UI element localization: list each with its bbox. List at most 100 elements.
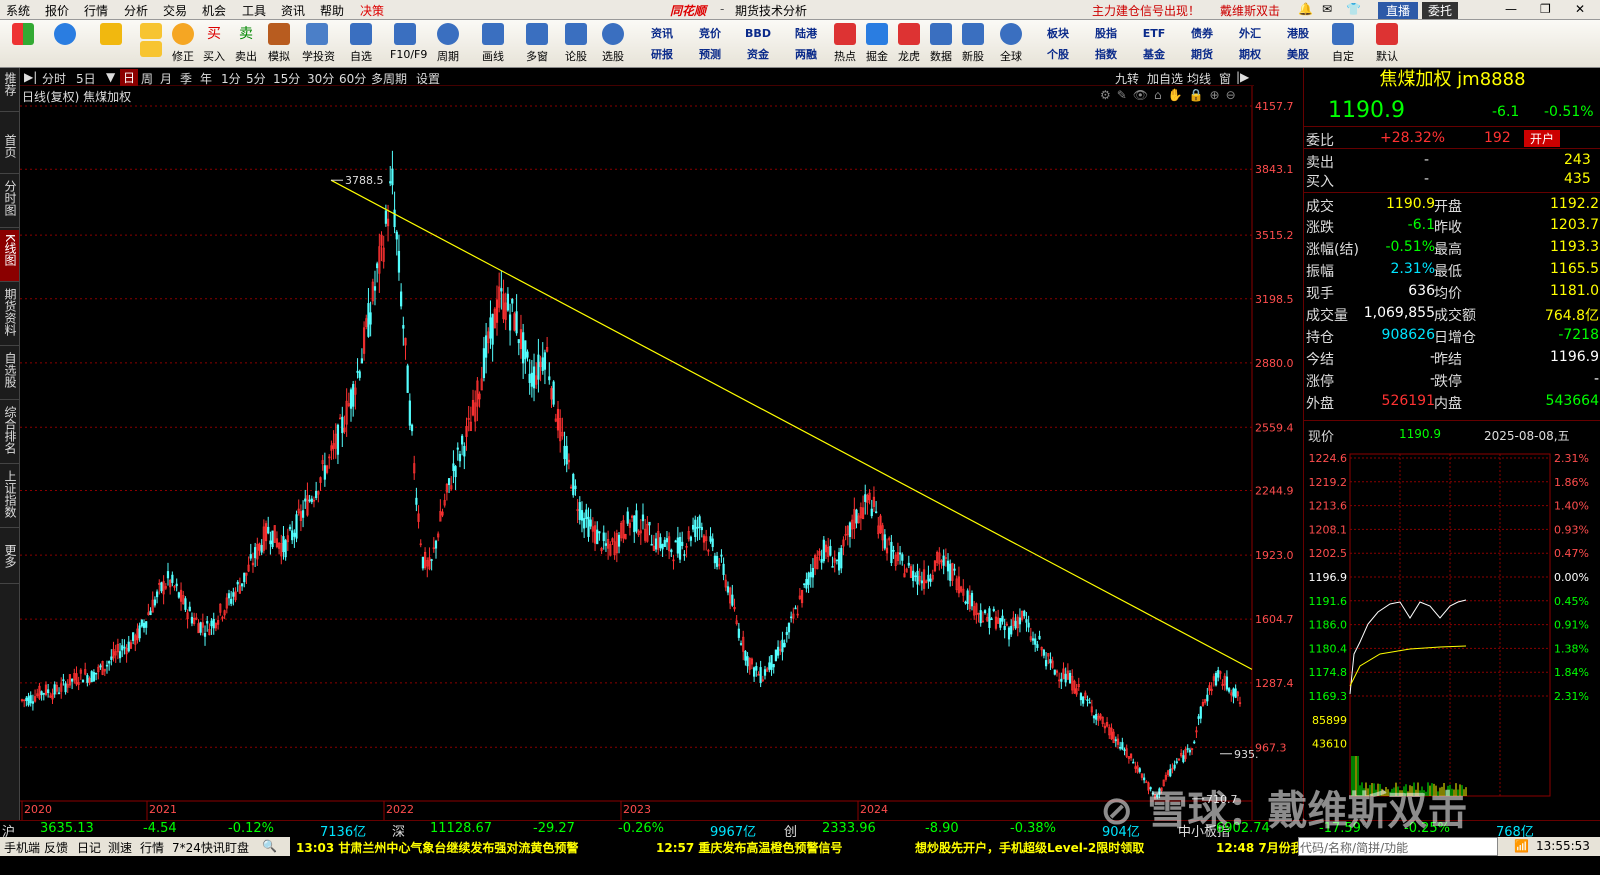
period-year[interactable]: 年 [200, 70, 212, 87]
sidenav-kline[interactable]: K线图 [0, 230, 19, 282]
fund2-button[interactable]: 基金 [1132, 45, 1176, 64]
ipo-button[interactable]: 新股 [958, 23, 988, 64]
sidenav-timeshare[interactable]: 分时图 [0, 176, 19, 228]
promo-link[interactable]: 主力建仓信号出现！ [1092, 2, 1200, 19]
news-ticker-3[interactable]: 想炒股先开户，手机超级Level-2限时领取 [915, 839, 1144, 856]
custom-button[interactable]: 自定 [1328, 23, 1358, 64]
period-button[interactable]: 周期 [433, 23, 463, 64]
dig-button[interactable]: 掘金 [862, 23, 892, 64]
message-icon[interactable]: ✉ [1322, 2, 1332, 16]
status-mobile[interactable]: 手机端 [4, 839, 40, 856]
sell-button[interactable]: 卖卖出 [231, 23, 261, 64]
windows-button[interactable] [8, 23, 38, 45]
status-diary[interactable]: 日记 [77, 839, 101, 856]
news-ticker-1[interactable]: 13:03 甘肃兰州中心气象台继续发布强对流黄色预警 [296, 839, 578, 856]
bbd-button[interactable]: BBD [736, 24, 780, 43]
drawline-button[interactable]: 画线 [478, 23, 508, 64]
fund-button[interactable]: 资金 [736, 45, 780, 64]
multiwindow-button[interactable]: 多窗 [522, 23, 552, 64]
period-settings[interactable]: 设置 [416, 70, 440, 87]
sidenav-futures-info[interactable]: 期货资料 [0, 284, 19, 346]
sidenav-ranking[interactable]: 综合排名 [0, 402, 19, 464]
us-stock-button[interactable]: 美股 [1276, 45, 1320, 64]
sidenav-more[interactable]: 更多 [0, 540, 19, 584]
restore-icon[interactable]: ❐ [1540, 2, 1551, 16]
period-15min[interactable]: 15分 [273, 70, 300, 87]
menu-trade[interactable]: 交易 [163, 2, 187, 19]
add-watch-button[interactable]: 加自选 [1147, 70, 1183, 87]
play-icon[interactable]: ▶| [24, 70, 37, 84]
news-button[interactable]: 资讯 [640, 24, 684, 43]
research-button[interactable]: 研报 [640, 45, 684, 64]
news-ticker-4[interactable]: 12:48 7月份我 [1216, 839, 1303, 856]
period-timeshare[interactable]: 分时 [42, 70, 66, 87]
skin-icon[interactable]: 👕 [1346, 2, 1361, 16]
kline-chart[interactable]: 4157.7 3843.1 3515.2 3198.5 2880.0 2559.4 2244… [20, 86, 1302, 820]
simulate-button[interactable]: 模拟 [264, 23, 294, 64]
period-60min[interactable]: 60分 [339, 70, 366, 87]
jiuzhuan-button[interactable]: 九转 [1115, 70, 1139, 87]
forward-icon[interactable]: |▶ [1236, 70, 1249, 84]
futures-button[interactable]: 期货 [1180, 45, 1224, 64]
status-speedtest[interactable]: 测速 [108, 839, 132, 856]
sidenav-recommend[interactable]: 推荐 [0, 68, 19, 112]
discuss-button[interactable]: 论股 [561, 23, 591, 64]
period-30min[interactable]: 30分 [307, 70, 334, 87]
forecast-button[interactable]: 预测 [688, 45, 732, 64]
default-button[interactable]: 默认 [1372, 23, 1402, 64]
data-button[interactable]: 数据 [926, 23, 956, 64]
watchlist-button[interactable]: 自选 [346, 23, 376, 64]
live-button[interactable]: 直播 [1378, 2, 1419, 19]
period-month[interactable]: 月 [160, 70, 172, 87]
stockpick-button[interactable]: 选股 [598, 23, 628, 64]
period-5min[interactable]: 5分 [246, 70, 266, 87]
f10-button[interactable]: F10/F9 [390, 23, 427, 61]
menu-quote[interactable]: 报价 [45, 2, 69, 19]
margin-button[interactable]: 两融 [784, 45, 828, 64]
status-news724[interactable]: 7*24快讯 [172, 839, 225, 856]
status-market[interactable]: 行情 [140, 839, 164, 856]
sidenav-home[interactable]: 首页 [0, 130, 19, 174]
global-button[interactable]: 全球 [996, 23, 1026, 64]
entrust-button[interactable]: 委托 [1422, 2, 1459, 19]
user-name[interactable]: 戴维斯双击 [1220, 2, 1280, 19]
status-feedback[interactable]: 反馈 [44, 839, 68, 856]
index-futures-button[interactable]: 股指 [1084, 24, 1128, 43]
sidenav-sh-index[interactable]: 上证指数 [0, 466, 19, 528]
period-week[interactable]: 周 [141, 70, 153, 87]
news-ticker-2[interactable]: 12:57 重庆发布高温橙色预警信号 [656, 839, 842, 856]
dragon-button[interactable]: 龙虎 [894, 23, 924, 64]
menu-system[interactable]: 系统 [6, 2, 30, 19]
chart-tool-icons[interactable]: ⚙✎👁⌂✋🔒⊕⊖ [1100, 88, 1242, 102]
sidenav-watchlist[interactable]: 自选股 [0, 348, 19, 400]
status-watch[interactable]: 盯盘 [225, 839, 249, 856]
bond-button[interactable]: 债券 [1180, 24, 1224, 43]
menu-opportunity[interactable]: 机会 [202, 2, 226, 19]
etf-button[interactable]: ETF [1132, 24, 1176, 43]
ma-button[interactable]: 均线 [1187, 70, 1211, 87]
chevron-down-icon[interactable]: ▼ [106, 70, 115, 84]
hk-connect-button[interactable]: 陆港 [784, 24, 828, 43]
period-1min[interactable]: 1分 [221, 70, 241, 87]
hot-button[interactable]: 热点 [830, 23, 860, 64]
robot-button[interactable] [50, 23, 80, 45]
stock-button[interactable]: 个股 [1036, 45, 1080, 64]
buy-button[interactable]: 买买入 [199, 23, 229, 64]
window-button[interactable]: 窗 [1219, 70, 1231, 87]
intraday-chart[interactable]: 1224.6 1219.2 1213.6 1208.1 1202.5 1196.9 1191… [1304, 446, 1600, 816]
menu-news[interactable]: 资讯 [281, 2, 305, 19]
search-icon[interactable]: 🔍 [262, 839, 277, 853]
menu-tools[interactable]: 工具 [242, 2, 266, 19]
hk-stock-button[interactable]: 港股 [1276, 24, 1320, 43]
menu-market[interactable]: 行情 [84, 2, 108, 19]
bell-icon[interactable]: 🔔 [1298, 2, 1313, 16]
period-season[interactable]: 季 [180, 70, 192, 87]
index-button[interactable]: 指数 [1084, 45, 1128, 64]
period-day[interactable]: 日 [120, 69, 139, 86]
correct-button[interactable]: 修正 [168, 23, 198, 64]
close-icon[interactable]: ✕ [1575, 2, 1585, 16]
menu-decision[interactable]: 决策 [360, 2, 384, 19]
sector-button[interactable]: 板块 [1036, 24, 1080, 43]
open-account-button[interactable]: 开户 [1524, 130, 1561, 147]
back-button[interactable] [96, 23, 126, 45]
